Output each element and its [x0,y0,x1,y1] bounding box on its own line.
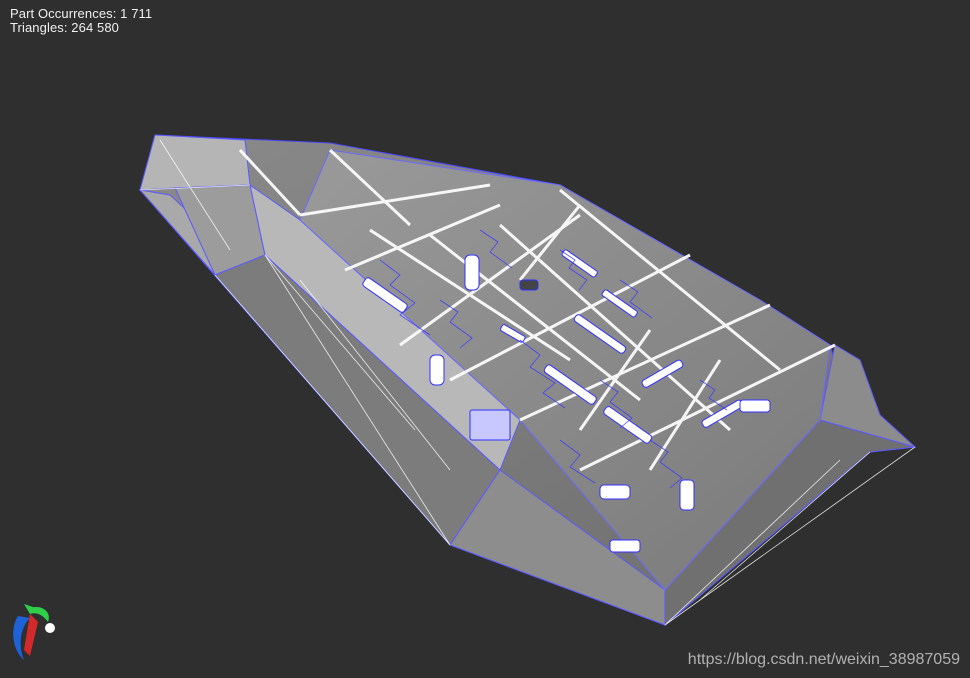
watermark-url: https://blog.csdn.net/weixin_38987059 [687,651,960,668]
part-occurrences-count: Part Occurrences: 1 711 [10,6,153,21]
ship-hull-model[interactable] [0,0,970,678]
3d-viewport[interactable]: Part Occurrences: 1 711 Triangles: 264 5… [0,0,970,678]
scene-statistics: Part Occurrences: 1 711 Triangles: 264 5… [10,7,152,35]
axis-orientation-icon[interactable] [8,598,60,664]
triangle-count: Triangles: 264 580 [10,20,119,35]
